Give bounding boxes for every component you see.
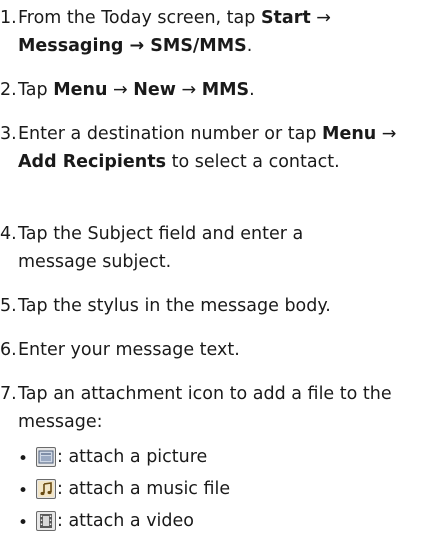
step-text: Tap the Subject field and enter a messag… [18, 224, 304, 272]
step-1: 1. From the Today screen, tap Start → Me… [0, 4, 427, 60]
step-number: 6. [0, 340, 17, 360]
step-number: 5. [0, 296, 17, 316]
step-number: 1. [0, 8, 17, 28]
attachment-icon-list: • : attach a picture • : attach a music … [18, 441, 418, 537]
step-number: 7. [0, 384, 17, 404]
picture-attach-icon [36, 447, 56, 467]
bullet: • [18, 481, 29, 501]
step-5: 5. Tap the stylus in the message body. [0, 292, 427, 320]
list-item: • : attach a picture [18, 441, 418, 473]
step-text: Tap the stylus in the message body. [18, 296, 331, 316]
bullet: • [18, 449, 29, 469]
video-attach-icon [36, 511, 56, 531]
music-attach-icon [36, 479, 56, 499]
step-4: 4. Tap the Subject field and enter a mes… [0, 220, 378, 276]
bullet: • [18, 513, 29, 533]
step-text: From the Today screen, tap Start → Messa… [18, 8, 331, 56]
list-item-text: : attach a music file [57, 479, 231, 499]
list-item-text: : attach a picture [57, 447, 208, 467]
step-number: 3. [0, 124, 17, 144]
step-text: Tap an attachment icon to add a file to … [18, 384, 392, 432]
list-item: • : attach a video [18, 505, 418, 537]
step-number: 2. [0, 80, 17, 100]
list-item-text: : attach a video [57, 511, 194, 531]
step-3: 3. Enter a destination number or tap Men… [0, 120, 408, 176]
list-item: • : attach a music file [18, 473, 418, 505]
step-7: 7. Tap an attachment icon to add a file … [0, 380, 427, 436]
step-text: Tap Menu → New → MMS. [18, 80, 255, 100]
step-text: Enter your message text. [18, 340, 240, 360]
step-number: 4. [0, 224, 17, 244]
step-6: 6. Enter your message text. [0, 336, 427, 364]
step-text: Enter a destination number or tap Menu →… [18, 124, 397, 172]
step-2: 2. Tap Menu → New → MMS. [0, 76, 427, 104]
